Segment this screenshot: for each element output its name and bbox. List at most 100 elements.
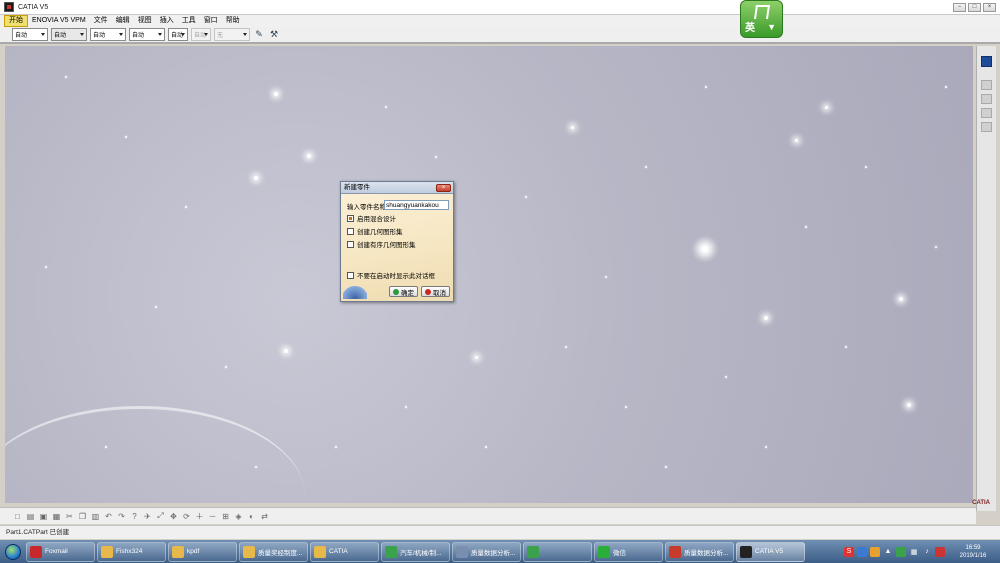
rotate-icon[interactable]: ⟳ [181, 511, 192, 522]
menu-edit[interactable]: 编辑 [112, 15, 134, 27]
shield-icon[interactable] [896, 546, 906, 557]
taskbar-item[interactable] [523, 541, 592, 562]
normal-view-icon[interactable]: ⊞ [220, 511, 231, 522]
star [764, 316, 768, 320]
3d-viewport[interactable] [5, 46, 973, 503]
maximize-button[interactable]: □ [968, 3, 981, 12]
geometrical-set-label: 创建几何图形集 [357, 229, 403, 236]
hybrid-design-checkbox[interactable] [347, 214, 354, 222]
taskbar-item[interactable]: 质量奖经制度... [239, 541, 308, 562]
tool-icon[interactable] [981, 108, 992, 118]
network-icon[interactable]: ▦ [909, 547, 919, 557]
fly-mode-icon[interactable]: ✈ [142, 511, 153, 522]
hybrid-design-option[interactable]: 启用混合设计 [347, 213, 396, 223]
graphic-properties-toolbar: 自动 自动 自动 自动 自动 自动 无 ✎ ⚒ [0, 27, 1000, 44]
menu-help[interactable]: 帮助 [222, 15, 244, 27]
line-type-select-value: 自动 [132, 33, 145, 39]
hide-show-icon[interactable]: ◐ [246, 511, 257, 522]
ordered-geometrical-set-option[interactable]: 创建有序几何图形集 [347, 239, 416, 249]
taskbar-item[interactable]: Foxmail [26, 541, 95, 562]
star [565, 346, 567, 348]
copy-icon[interactable]: ❐ [77, 511, 88, 522]
fit-all-icon[interactable]: ⤢ [155, 511, 166, 522]
ime-indicator[interactable]: 英 ▼ [740, 0, 783, 38]
start-button[interactable] [0, 540, 26, 563]
specification-tree-icon[interactable] [981, 56, 992, 67]
tray-app-icon[interactable] [857, 546, 867, 557]
taskbar-item-label: CATIA V5 [755, 548, 784, 555]
part-name-input[interactable] [384, 200, 449, 210]
taskbar-item[interactable]: 质量数据分析... [452, 541, 521, 562]
open-file-icon[interactable]: ▤ [25, 511, 36, 522]
geometrical-set-option[interactable]: 创建几何图形集 [347, 226, 403, 236]
background-swoosh [5, 406, 305, 503]
redo-icon[interactable]: ↷ [116, 511, 127, 522]
dialog-title-bar: 新建零件 × [341, 182, 453, 194]
properties-brush-icon[interactable]: ⚒ [268, 29, 280, 41]
menu-start[interactable]: 开始 [4, 15, 28, 27]
window-title: CATIA V5 [18, 3, 49, 11]
cancel-button[interactable]: 取消 [421, 286, 450, 297]
transparency-select[interactable]: 自动 [51, 28, 87, 41]
dialog-title: 新建零件 [344, 184, 370, 191]
new-file-icon[interactable]: □ [12, 511, 23, 522]
painter-icon[interactable]: ✎ [253, 29, 265, 41]
tool-icon[interactable] [981, 122, 992, 132]
star [795, 139, 798, 142]
expand-tray-icon[interactable]: ▲ [883, 547, 893, 557]
dont-show-checkbox[interactable] [347, 271, 354, 279]
color-select[interactable]: 自动 [12, 28, 48, 41]
clock[interactable]: 16:59 2019/1/16 [952, 544, 994, 560]
taskbar-item[interactable]: Fishx324 [97, 541, 166, 562]
ok-button[interactable]: 确定 [389, 286, 418, 297]
folder-icon [314, 545, 326, 558]
ordered-geometrical-set-checkbox[interactable] [347, 240, 354, 248]
antivirus-icon[interactable] [935, 546, 945, 557]
catia-logo-icon [4, 2, 14, 12]
close-button[interactable]: × [983, 3, 996, 12]
help-icon[interactable]: ? [129, 511, 140, 522]
tool-icon[interactable] [981, 94, 992, 104]
star [725, 376, 727, 378]
taskbar-item[interactable]: CATIA V5 [736, 541, 805, 562]
tool-icon[interactable] [981, 80, 992, 90]
point-symbol-select[interactable]: 自动 [168, 28, 188, 41]
star [274, 92, 278, 96]
document-icon [456, 545, 468, 558]
swap-space-icon[interactable]: ⇄ [259, 511, 270, 522]
tray-app-icon[interactable] [870, 546, 880, 557]
pan-icon[interactable]: ✥ [168, 511, 179, 522]
zoom-in-icon[interactable]: ＋ [194, 511, 205, 522]
menu-window[interactable]: 窗口 [200, 15, 222, 27]
zoom-out-icon[interactable]: － [207, 511, 218, 522]
cut-icon[interactable]: ✂ [64, 511, 75, 522]
menu-view[interactable]: 视图 [134, 15, 156, 27]
paste-icon[interactable]: ▥ [90, 511, 101, 522]
line-type-select[interactable]: 自动 [129, 28, 165, 41]
taskbar-item[interactable]: 汽车/机械/制... [381, 541, 450, 562]
geometrical-set-checkbox[interactable] [347, 227, 354, 235]
taskbar-item[interactable]: kpdf [168, 541, 237, 562]
sogou-icon[interactable]: S [844, 546, 854, 557]
menu-file[interactable]: 文件 [90, 15, 112, 27]
taskbar-item[interactable]: 质量数据分析... [665, 541, 734, 562]
menu-enovia[interactable]: ENOVIA V5 VPM [28, 15, 90, 27]
volume-icon[interactable]: ♪ [922, 547, 932, 557]
menu-insert[interactable]: 插入 [156, 15, 178, 27]
dialog-close-button[interactable]: × [436, 184, 451, 192]
ok-label: 确定 [401, 289, 414, 297]
print-icon[interactable]: ▦ [51, 511, 62, 522]
taskbar-item[interactable]: 微信 [594, 541, 663, 562]
undo-icon[interactable]: ↶ [103, 511, 114, 522]
render-style-icon[interactable]: ◈ [233, 511, 244, 522]
star [665, 466, 667, 468]
taskbar-item[interactable]: CATIA [310, 541, 379, 562]
line-thickness-select[interactable]: 自动 [90, 28, 126, 41]
save-icon[interactable]: ▣ [38, 511, 49, 522]
windows-taskbar: Foxmail Fishx324 kpdf 质量奖经制度... CATIA 汽车/机械/制… [0, 540, 1000, 563]
taskbar-items: Foxmail Fishx324 kpdf 质量奖经制度... CATIA 汽车/机械/制… [26, 541, 807, 562]
minimize-button[interactable]: − [953, 3, 966, 12]
dont-show-option[interactable]: 不要在启动时显示此对话框 [347, 270, 435, 280]
menu-tools[interactable]: 工具 [178, 15, 200, 27]
star [765, 446, 767, 448]
